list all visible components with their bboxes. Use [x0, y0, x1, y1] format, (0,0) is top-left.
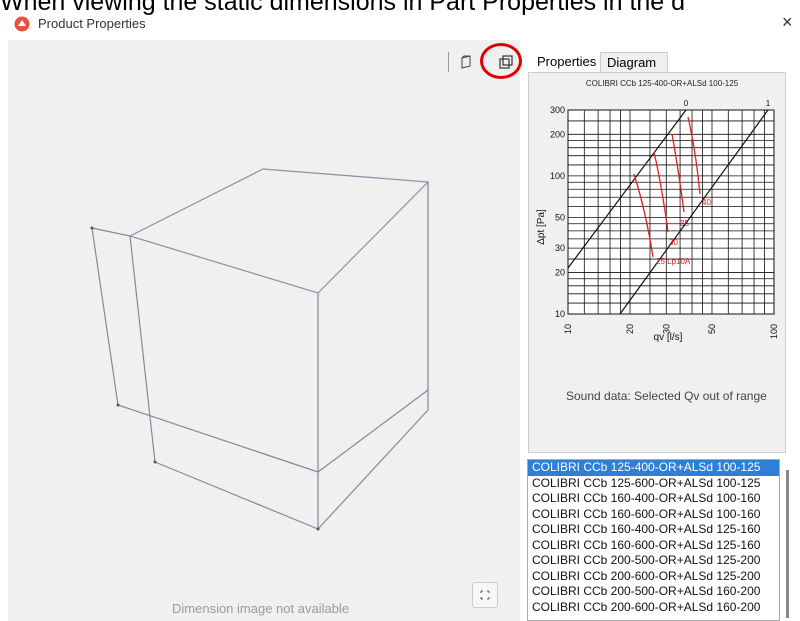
- sound-data-message: Sound data: Selected Qv out of range: [566, 389, 767, 403]
- curve-label: 30: [669, 238, 678, 247]
- list-item[interactable]: COLIBRI CCb 160-400-OR+ALSd 100-160: [528, 491, 779, 507]
- curve-label: 25 Lp10A: [656, 257, 691, 266]
- x-tick-label: 20: [625, 324, 635, 334]
- close-icon[interactable]: ×: [782, 12, 793, 33]
- y-tick-label: 200: [550, 129, 565, 139]
- y-tick-label: 20: [555, 267, 565, 277]
- list-item[interactable]: COLIBRI CCb 200-500-OR+ALSd 160-200: [528, 584, 779, 600]
- cube-drawing: [90, 168, 430, 531]
- toolbar-separator: [448, 52, 449, 72]
- tab-properties[interactable]: Properties: [531, 52, 599, 72]
- chart-y-label: Δpt [Pa]: [536, 209, 547, 245]
- highlight-circle: [480, 43, 522, 79]
- list-scrollbar[interactable]: [786, 470, 789, 618]
- y-tick-label: 100: [550, 171, 565, 181]
- y-tick-label: 300: [550, 105, 565, 115]
- chart-title: COLIBRI CCb 125-400-OR+ALSd 100-125: [586, 79, 739, 88]
- list-item[interactable]: COLIBRI CCb 125-400-OR+ALSd 100-125: [528, 460, 779, 476]
- y-tick-label: 10: [555, 309, 565, 319]
- top-tick-label: 1: [766, 99, 771, 108]
- x-tick-label: 10: [563, 324, 573, 334]
- x-tick-label: 100: [769, 324, 779, 339]
- list-item[interactable]: COLIBRI CCb 200-600-OR+ALSd 125-200: [528, 569, 779, 585]
- expand-button[interactable]: [472, 582, 498, 608]
- x-tick-label: 50: [707, 324, 717, 334]
- curve-label: 35: [680, 219, 689, 228]
- top-tick-label: 0: [684, 99, 689, 108]
- list-item[interactable]: COLIBRI CCb 160-600-OR+ALSd 125-160: [528, 538, 779, 554]
- list-item[interactable]: COLIBRI CCb 160-400-OR+ALSd 125-160: [528, 522, 779, 538]
- curve-label: 40: [702, 198, 711, 207]
- chart-x-label: qv [l/s]: [654, 332, 683, 343]
- list-item[interactable]: COLIBRI CCb 125-600-OR+ALSd 100-125: [528, 476, 779, 492]
- expand-icon: [480, 590, 490, 600]
- y-tick-label: 30: [555, 243, 565, 253]
- tab-diagram[interactable]: Diagram: [600, 52, 668, 72]
- chart-grid: [567, 109, 775, 315]
- cube-iso-icon[interactable]: [456, 52, 478, 72]
- fan-diagram-chart: COLIBRI CCb 125-400-OR+ALSd 100-125 10 20…: [536, 79, 779, 343]
- dimension-status-text: Dimension image not available: [172, 601, 350, 616]
- product-list[interactable]: COLIBRI CCb 125-400-OR+ALSd 100-125 COLIB…: [527, 459, 780, 621]
- y-tick-label: 50: [555, 212, 565, 222]
- list-item[interactable]: COLIBRI CCb 200-500-OR+ALSd 125-200: [528, 553, 779, 569]
- list-item[interactable]: COLIBRI CCb 160-600-OR+ALSd 100-160: [528, 507, 779, 523]
- list-item[interactable]: COLIBRI CCb 200-600-OR+ALSd 160-200: [528, 600, 779, 616]
